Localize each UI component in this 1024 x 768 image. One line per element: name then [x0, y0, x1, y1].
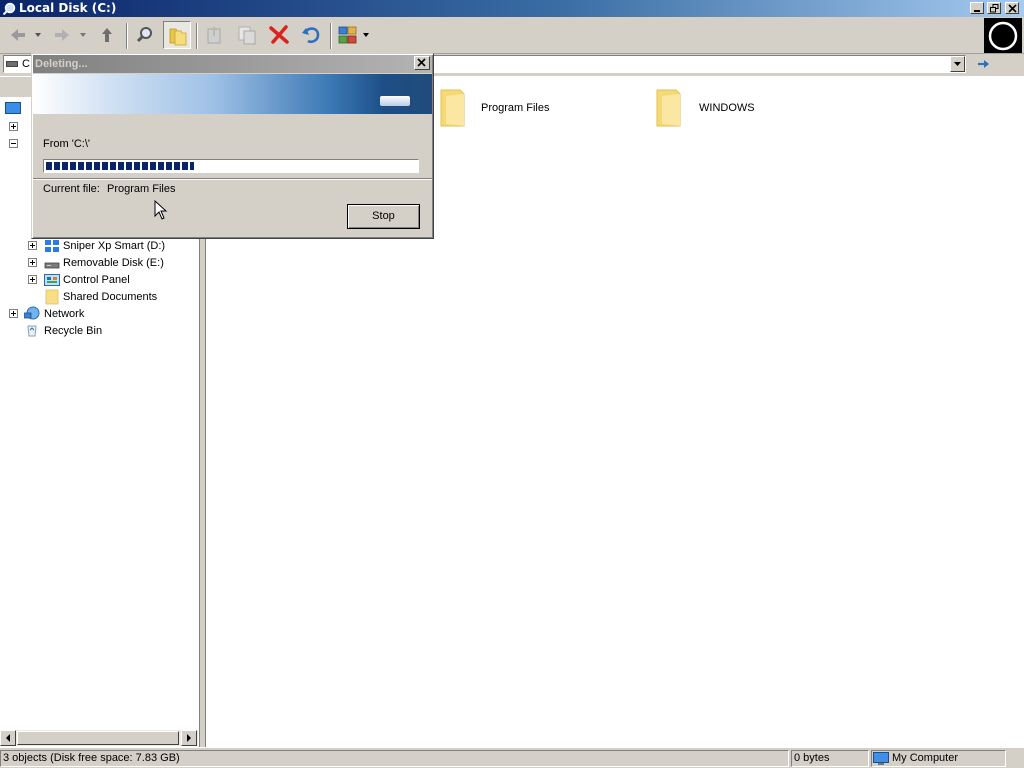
forward-button[interactable]	[48, 21, 76, 49]
status-size: 0 bytes	[791, 750, 869, 767]
my-computer-icon	[873, 752, 889, 765]
dialog-separator	[33, 178, 432, 180]
folders-button[interactable]	[163, 21, 191, 49]
delete-icon	[269, 25, 289, 44]
toolbar-separator	[126, 23, 128, 49]
tree-item-removable-disk[interactable]: Removable Disk (E:)	[63, 257, 164, 269]
close-icon	[417, 58, 426, 67]
status-zone: My Computer	[871, 750, 1006, 767]
drive-icon	[6, 61, 18, 67]
chevron-right-icon	[187, 734, 191, 742]
dropdown-arrow-icon	[363, 33, 369, 37]
status-objects: 3 objects (Disk free space: 7.83 GB)	[0, 750, 789, 767]
desktop-icon	[5, 102, 21, 114]
folder-icon[interactable]	[438, 88, 468, 128]
go-button[interactable]	[975, 56, 993, 72]
folders-icon	[169, 28, 187, 46]
move-to-icon	[207, 26, 221, 44]
minimize-button[interactable]	[970, 2, 984, 14]
item-program-files[interactable]: Program Files	[481, 102, 549, 114]
scroll-left-button[interactable]	[0, 730, 16, 746]
folder-icon[interactable]	[654, 88, 684, 128]
delete-button[interactable]	[265, 21, 293, 49]
up-button[interactable]	[93, 21, 121, 49]
tree-expander[interactable]	[28, 241, 37, 250]
network-icon	[24, 306, 40, 320]
back-dropdown-button[interactable]	[34, 30, 42, 42]
tree-collapser[interactable]	[9, 139, 18, 148]
move-to-button[interactable]	[200, 21, 228, 49]
search-icon	[136, 27, 152, 43]
dialog-close-button[interactable]	[414, 56, 430, 70]
tree-item-control-panel[interactable]: Control Panel	[63, 274, 130, 286]
views-button[interactable]	[334, 21, 362, 49]
progress-bar-fill	[46, 162, 194, 170]
copy-to-button[interactable]	[233, 21, 261, 49]
stop-button[interactable]: Stop	[347, 204, 420, 229]
item-windows[interactable]: WINDOWS	[699, 102, 755, 114]
search-button[interactable]	[131, 21, 159, 49]
undo-icon	[302, 27, 320, 44]
tree-item-network[interactable]: Network	[44, 308, 84, 320]
chevron-down-icon	[954, 62, 961, 66]
control-panel-icon	[44, 274, 60, 286]
recycle-animation-icon	[380, 96, 410, 106]
tree-item-shared-documents[interactable]: Shared Documents	[63, 291, 157, 303]
removable-disk-icon	[44, 262, 60, 269]
forward-dropdown-button[interactable]	[79, 30, 87, 42]
address-dropdown-button[interactable]	[950, 56, 965, 72]
mouse-cursor-icon	[154, 200, 168, 220]
copy-to-icon	[238, 26, 256, 45]
toolbar-separator	[196, 23, 198, 49]
search-folder-icon	[3, 2, 16, 15]
dialog-from-text: From 'C:\'	[43, 138, 90, 150]
restore-button[interactable]	[987, 2, 1001, 14]
minimize-icon	[974, 10, 980, 12]
chevron-left-icon	[6, 734, 10, 742]
dialog-title: Deleting...	[35, 58, 88, 70]
up-arrow-icon	[102, 28, 112, 42]
delete-animation	[33, 74, 432, 114]
tree-expander[interactable]	[9, 122, 18, 131]
tree-expander[interactable]	[28, 275, 37, 284]
status-zone-label: My Computer	[892, 752, 959, 764]
views-dropdown-button[interactable]	[362, 30, 370, 42]
tree-item-recycle-bin[interactable]: Recycle Bin	[44, 325, 102, 337]
throbber-ring-icon	[988, 21, 1018, 51]
scroll-right-button[interactable]	[181, 730, 197, 746]
folder-icon	[45, 289, 59, 305]
forward-arrow-icon	[55, 29, 69, 41]
undo-button[interactable]	[297, 21, 325, 49]
current-file-label: Current file:	[43, 183, 100, 195]
tree-expander[interactable]	[9, 309, 18, 318]
dialog-title-bar[interactable]	[33, 55, 432, 73]
window-title: Local Disk (C:)	[19, 1, 117, 15]
recycle-bin-icon	[27, 325, 37, 337]
dropdown-arrow-icon	[35, 33, 41, 37]
restore-icon	[990, 4, 999, 13]
tree-item-sniper-xp-smart[interactable]: Sniper Xp Smart (D:)	[63, 240, 165, 252]
views-icon	[338, 26, 357, 44]
title-bar[interactable]	[0, 0, 1024, 17]
toolbar-separator	[330, 23, 332, 49]
close-icon	[1008, 4, 1017, 13]
dropdown-arrow-icon	[80, 33, 86, 37]
back-arrow-icon	[11, 29, 25, 41]
go-arrow-icon	[978, 60, 989, 68]
cd-drive-icon	[45, 240, 59, 252]
current-file-value: Program Files	[107, 183, 176, 195]
windows-logo-throbber	[984, 18, 1022, 53]
scrollbar-thumb[interactable]	[17, 731, 179, 745]
back-button[interactable]	[4, 21, 32, 49]
progress-bar	[43, 159, 419, 173]
close-button[interactable]	[1005, 2, 1019, 14]
tree-expander[interactable]	[28, 258, 37, 267]
